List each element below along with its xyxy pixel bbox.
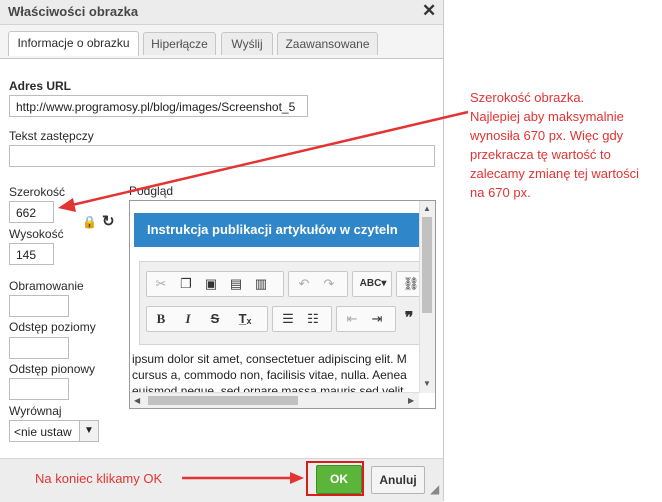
- annotation-line: wynosiła 670 px. Więc gdy: [470, 128, 624, 143]
- width-annotation: Szerokość obrazka. Najlepiej aby maksyma…: [470, 88, 639, 202]
- ok-annotation: Na koniec klikamy OK: [35, 471, 163, 486]
- annotation-line: Szerokość obrazka.: [470, 90, 585, 105]
- annotation-line: zalecamy zmianę tej wartości: [470, 166, 640, 181]
- width-arrow-line: [71, 110, 469, 207]
- ok-arrow-head: [290, 472, 304, 484]
- annotation-line: przekracza tę wartość to: [470, 147, 611, 162]
- annotation-line: na 670 px.: [470, 185, 531, 200]
- annotation-line: Najlepiej aby maksymalnie: [470, 109, 624, 124]
- width-arrow-head: [58, 198, 76, 212]
- annotation-arrows: [58, 110, 469, 484]
